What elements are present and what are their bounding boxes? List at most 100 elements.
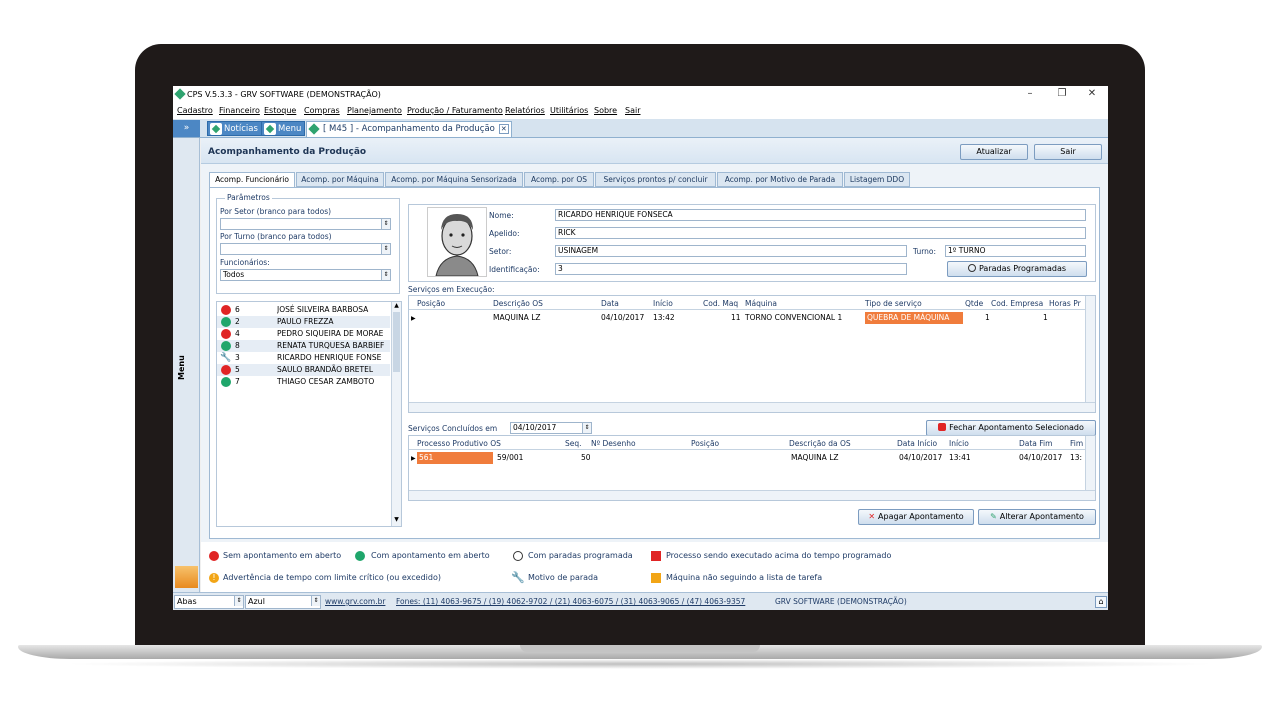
menu-cadastro[interactable]: Cadastro (177, 106, 213, 115)
tab-noticias[interactable]: Notícias (207, 121, 262, 136)
site-link[interactable]: www.grv.com.br (325, 597, 385, 606)
spin-icon[interactable]: ⇕ (381, 219, 390, 229)
employee-list[interactable]: 6 JOSÉ SILVEIRA BARBOSA 2 PAULO FREZZA 4 PEDR… (216, 301, 402, 527)
subtab-maquina-sensorizada[interactable]: Acomp. por Máquina Sensorizada (385, 172, 523, 187)
legend-naoseg: Máquina não seguindo a lista de tarefa (666, 573, 823, 582)
done-vscroll[interactable] (1085, 436, 1095, 490)
list-item[interactable]: 6 JOSÉ SILVEIRA BARBOSA (217, 304, 390, 316)
subtab-listagem-ddo[interactable]: Listagem DDO (844, 172, 910, 187)
green-dot-icon (221, 317, 231, 327)
alterar-apontamento-button[interactable]: ✎ Alterar Apontamento (978, 509, 1096, 525)
apelido-field[interactable]: RICK (555, 227, 1086, 239)
header-divider (409, 449, 1085, 450)
restore-icon[interactable]: ❐ (1055, 88, 1069, 99)
scroll-thumb[interactable] (393, 312, 400, 372)
subtab-acomp-os[interactable]: Acomp. por OS (524, 172, 594, 187)
exec-vscroll[interactable] (1085, 296, 1095, 402)
exec-col-header[interactable]: Data (601, 299, 619, 308)
done-col-header[interactable]: Data Fim (1019, 439, 1052, 448)
done-col-header[interactable]: Posição (691, 439, 719, 448)
spin-icon[interactable]: ⇕ (582, 423, 591, 433)
warning-icon: ! (209, 573, 219, 583)
turno-field[interactable]: 1º TURNO (945, 245, 1086, 257)
tab-acompanhamento[interactable]: [ M45 ] - Acompanhamento da Produção ✕ (306, 121, 512, 137)
exec-grid[interactable]: Posição Descrição OS Data Início Cod. Maq Máq… (408, 295, 1096, 413)
menu-financeiro[interactable]: Financeiro (219, 106, 260, 115)
spin-icon[interactable]: ⇕ (234, 596, 243, 606)
done-col-header[interactable]: Nº Desenho (591, 439, 636, 448)
list-item[interactable]: 5 SAULO BRANDÃO BRETEL (217, 364, 390, 376)
subtab-motivo-parada[interactable]: Acomp. por Motivo de Parada (717, 172, 843, 187)
abas-select[interactable]: Abas ⇕ (174, 595, 244, 609)
done-col-header[interactable]: Data Início (897, 439, 937, 448)
atualizar-button[interactable]: Atualizar (960, 144, 1028, 160)
scroll-up-icon[interactable]: ▲ (392, 302, 401, 312)
menu-sobre[interactable]: Sobre (594, 106, 617, 115)
subtab-acomp-maquina[interactable]: Acomp. por Máquina (296, 172, 384, 187)
paradas-programadas-button[interactable]: Paradas Programadas (947, 261, 1087, 277)
paradas-label: Paradas Programadas (978, 264, 1067, 273)
status-bar: Abas ⇕ Azul ⇕ www.grv.com.br Fones: (11) 4… (173, 592, 1108, 610)
legend-acima: Processo sendo executado acima do tempo … (666, 551, 892, 560)
green-dot-icon (355, 551, 365, 561)
done-hscroll[interactable] (409, 490, 1095, 500)
menu-bar: Cadastro Financeiro Estoque Compras Plan… (173, 104, 1108, 119)
menu-estoque[interactable]: Estoque (264, 106, 296, 115)
sair-button[interactable]: Sair (1034, 144, 1102, 160)
minimize-icon[interactable]: – (1023, 88, 1037, 99)
exec-col-header[interactable]: Tipo de serviço (865, 299, 922, 308)
expand-menu-icon[interactable]: » (173, 120, 200, 137)
abas-value: Abas (177, 597, 197, 606)
turno-select[interactable]: ⇕ (220, 243, 391, 255)
apagar-apontamento-button[interactable]: ✕ Apagar Apontamento (858, 509, 974, 525)
tema-select[interactable]: Azul ⇕ (245, 595, 321, 609)
employee-list-scrollbar[interactable]: ▲ ▼ (391, 302, 401, 526)
close-icon[interactable]: ✕ (1085, 88, 1099, 99)
tab-close-icon[interactable]: ✕ (498, 124, 509, 134)
menu-producao[interactable]: Produção / Faturamento (407, 106, 503, 115)
fones-link[interactable]: Fones: (11) 4063-9675 / (19) 4062-9702 /… (396, 597, 745, 606)
subtab-servicos-prontos[interactable]: Serviços prontos p/ concluir (595, 172, 716, 187)
done-col-header[interactable]: Processo Produtivo OS (417, 439, 501, 448)
done-grid[interactable]: Processo Produtivo OS Seq. Nº Desenho Posiç… (408, 435, 1096, 501)
done-col-header[interactable]: Início (949, 439, 969, 448)
fechar-apontamento-button[interactable]: Fechar Apontamento Selecionado (926, 420, 1096, 436)
list-item[interactable]: 🔧 3 RICARDO HENRIQUE FONSE (217, 352, 390, 364)
home-icon[interactable]: ⌂ (1095, 596, 1107, 608)
menu-sair[interactable]: Sair (625, 106, 641, 115)
spin-icon[interactable]: ⇕ (381, 244, 390, 254)
tab-content: Parâmetros Por Setor (branco para todos)… (209, 187, 1100, 539)
exec-col-header[interactable]: Cod. Empresa (991, 299, 1043, 308)
done-col-header[interactable]: Fim (1070, 439, 1083, 448)
spin-icon[interactable]: ⇕ (381, 270, 390, 280)
done-col-header[interactable]: Seq. (565, 439, 582, 448)
tab-menu[interactable]: Menu (261, 121, 306, 136)
nome-field[interactable]: RICARDO HENRIQUE FONSECA (555, 209, 1086, 221)
menu-relatorios[interactable]: Relatórios (505, 106, 545, 115)
menu-planejamento[interactable]: Planejamento (347, 106, 402, 115)
exec-col-header[interactable]: Qtde (965, 299, 983, 308)
list-item[interactable]: 2 PAULO FREZZA (217, 316, 390, 328)
list-item[interactable]: 8 RENATA TURQUESA BARBIEF (217, 340, 390, 352)
identificacao-field[interactable]: 3 (555, 263, 907, 275)
exec-col-header[interactable]: Descrição OS (493, 299, 543, 308)
scroll-down-icon[interactable]: ▼ (392, 516, 401, 526)
setor-field[interactable]: USINAGEM (555, 245, 907, 257)
list-item[interactable]: 7 THIAGO CESAR ZAMBOTO (217, 376, 390, 388)
funcionarios-select[interactable]: Todos ⇕ (220, 269, 391, 281)
exec-hscroll[interactable] (409, 402, 1095, 412)
menu-compras[interactable]: Compras (304, 106, 340, 115)
exec-col-header[interactable]: Posição (417, 299, 445, 308)
list-item[interactable]: 4 PEDRO SIQUEIRA DE MORAE (217, 328, 390, 340)
side-menu-label[interactable]: Menu (177, 348, 197, 388)
menu-utilitarios[interactable]: Utilitários (550, 106, 588, 115)
done-date-field[interactable]: 04/10/2017 ⇕ (510, 422, 592, 434)
done-col-header[interactable]: Descrição da OS (789, 439, 851, 448)
exec-col-header[interactable]: Horas Pr (1049, 299, 1081, 308)
setor-select[interactable]: ⇕ (220, 218, 391, 230)
exec-col-header[interactable]: Cod. Maq (703, 299, 738, 308)
spin-icon[interactable]: ⇕ (311, 596, 320, 606)
exec-col-header[interactable]: Máquina (745, 299, 777, 308)
subtab-acomp-funcionario[interactable]: Acomp. Funcionário (209, 172, 295, 188)
exec-col-header[interactable]: Início (653, 299, 673, 308)
